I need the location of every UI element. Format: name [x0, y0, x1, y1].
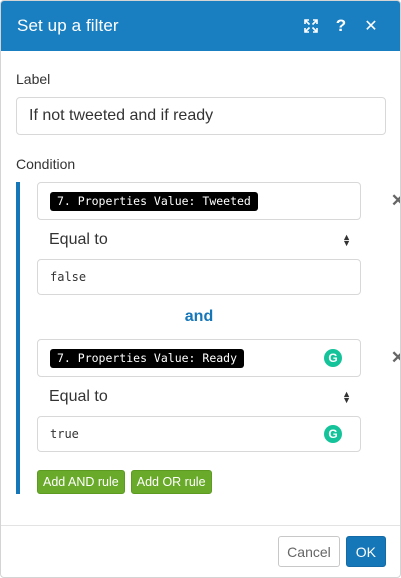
filter-dialog: Set up a filter ? ✕ Label If not tweeted…: [0, 0, 401, 578]
condition-heading: Condition: [16, 156, 76, 172]
remove-rule-icon[interactable]: ✕: [389, 192, 400, 210]
and-connector: and: [184, 308, 214, 325]
add-and-rule-button[interactable]: Add AND rule: [37, 470, 125, 494]
rule-1: 7. Properties Value: Tweeted ✕ Equal to …: [37, 182, 400, 295]
add-or-rule-button[interactable]: Add OR rule: [130, 470, 212, 494]
operator-select[interactable]: Equal to ▲ ▼: [37, 221, 361, 259]
dialog-body: Label If not tweeted and if ready Condit…: [1, 51, 400, 494]
ok-button[interactable]: OK: [345, 536, 386, 567]
rule-value: false: [50, 270, 87, 284]
label-heading: Label: [16, 71, 51, 87]
help-icon[interactable]: ?: [326, 11, 356, 41]
select-arrows-icon: ▲ ▼: [342, 232, 351, 248]
remove-rule-icon[interactable]: ✕: [389, 349, 400, 367]
dialog-title: Set up a filter: [17, 16, 119, 35]
field-pill: 7. Properties Value: Tweeted: [50, 191, 258, 211]
close-icon[interactable]: ✕: [356, 11, 386, 41]
condition-group: 7. Properties Value: Tweeted ✕ Equal to …: [16, 182, 400, 494]
rule-value-input[interactable]: true G: [37, 416, 361, 452]
rule-field-input[interactable]: 7. Properties Value: Tweeted: [37, 182, 361, 220]
operator-select[interactable]: Equal to ▲ ▼: [37, 378, 361, 416]
dialog-footer: Cancel OK: [1, 525, 400, 577]
operator-value: Equal to: [49, 388, 108, 405]
dialog-header: Set up a filter ? ✕: [1, 1, 400, 51]
rule-value-input[interactable]: false: [37, 259, 361, 295]
grammarly-icon[interactable]: G: [324, 425, 342, 443]
cancel-button[interactable]: Cancel: [278, 536, 340, 567]
rule-field-input[interactable]: 7. Properties Value: Ready G: [37, 339, 361, 377]
field-pill: 7. Properties Value: Ready: [50, 348, 245, 368]
grammarly-icon[interactable]: G: [324, 349, 342, 367]
operator-value: Equal to: [49, 231, 108, 248]
rule-value: true: [50, 427, 79, 441]
rule-actions: Add AND rule Add OR rule: [37, 470, 385, 494]
expand-icon[interactable]: [296, 11, 326, 41]
rule-2: 7. Properties Value: Ready G ✕ Equal to …: [37, 339, 400, 452]
select-arrows-icon: ▲ ▼: [342, 389, 351, 405]
label-input[interactable]: If not tweeted and if ready: [16, 97, 386, 135]
